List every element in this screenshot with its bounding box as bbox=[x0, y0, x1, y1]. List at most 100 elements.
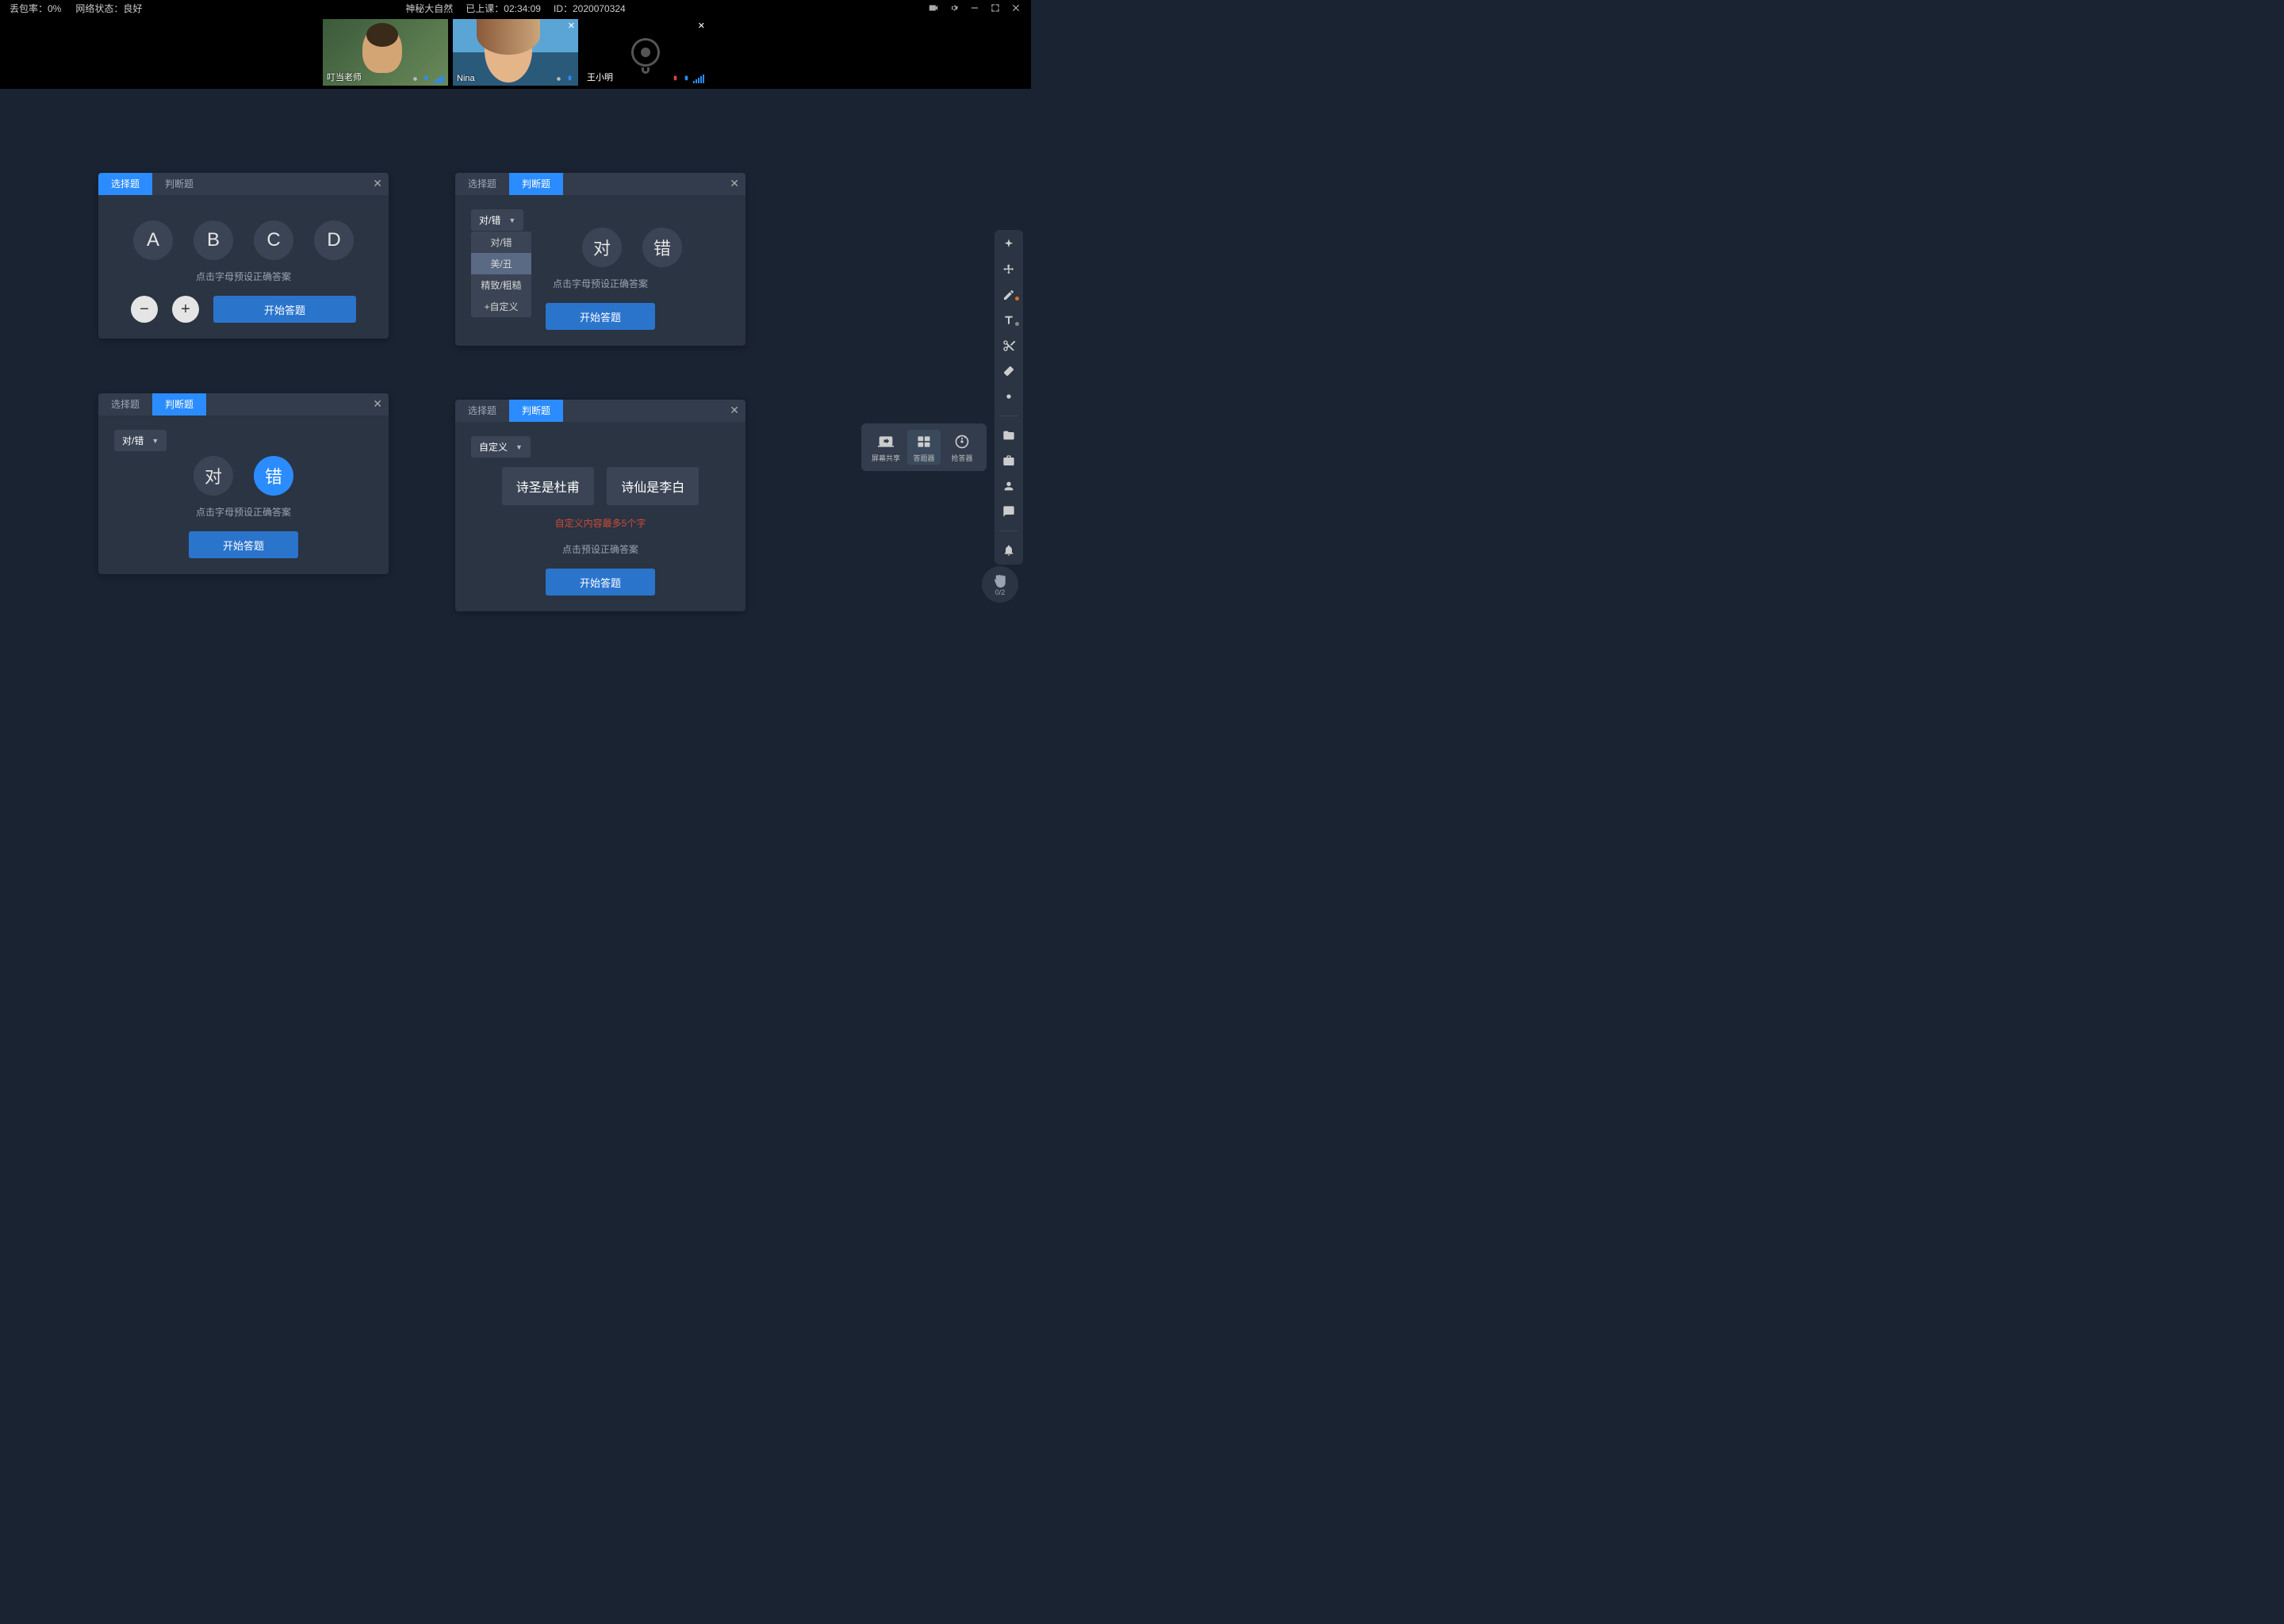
dropdown-label: 自定义 bbox=[479, 440, 508, 454]
minimize-icon[interactable] bbox=[969, 2, 980, 13]
close-icon[interactable] bbox=[1010, 2, 1021, 13]
start-button[interactable]: 开始答题 bbox=[189, 531, 298, 558]
folder-tool[interactable] bbox=[999, 427, 1018, 443]
tab-choice[interactable]: 选择题 bbox=[98, 393, 152, 416]
gear-icon[interactable] bbox=[948, 2, 960, 13]
tab-choice[interactable]: 选择题 bbox=[455, 173, 509, 195]
add-option-button[interactable]: + bbox=[172, 296, 199, 323]
packet-loss: 丢包率：0% bbox=[10, 2, 61, 15]
tab-judge[interactable]: 判断题 bbox=[152, 393, 206, 416]
signal-icon bbox=[693, 75, 704, 83]
pen-tool[interactable] bbox=[999, 287, 1018, 303]
tab-choice[interactable]: 选择题 bbox=[98, 173, 152, 195]
mic-muted-icon bbox=[671, 75, 680, 83]
move-tool[interactable] bbox=[999, 262, 1018, 278]
class-title: 神秘大自然 bbox=[405, 2, 453, 15]
volume-icon bbox=[422, 75, 431, 83]
camera-off-icon bbox=[631, 38, 660, 67]
tab-judge[interactable]: 判断题 bbox=[509, 173, 563, 195]
maximize-icon[interactable] bbox=[990, 2, 1001, 13]
select-tool[interactable] bbox=[999, 236, 1018, 252]
right-toolbar bbox=[994, 230, 1023, 565]
raise-hand-badge[interactable]: 0/2 bbox=[982, 566, 1018, 603]
chevron-down-icon: ▼ bbox=[508, 216, 515, 224]
option-c[interactable]: C bbox=[254, 220, 293, 260]
option-b[interactable]: B bbox=[194, 220, 233, 260]
circle-tool[interactable] bbox=[999, 389, 1018, 404]
person-tool[interactable] bbox=[999, 478, 1018, 494]
dropdown-item[interactable]: 精致/粗糙 bbox=[471, 274, 531, 296]
elapsed-time: 已上课：02:34:09 bbox=[466, 2, 541, 15]
close-icon[interactable]: ✕ bbox=[730, 404, 739, 417]
dropdown-label: 对/错 bbox=[479, 213, 500, 227]
volume-icon bbox=[682, 75, 691, 83]
toolbox-popup: 屏幕共享 答题器 抢答器 bbox=[861, 423, 987, 471]
close-icon[interactable]: ✕ bbox=[373, 397, 382, 411]
video-name: 王小明 bbox=[587, 71, 613, 83]
quiz-panel-judge-selected: 选择题 判断题 ✕ 对/错 ▼ 对 错 点击字母预设正确答案 开始答题 bbox=[98, 393, 389, 574]
tab-judge[interactable]: 判断题 bbox=[509, 400, 563, 422]
dropdown-item[interactable]: +自定义 bbox=[471, 296, 531, 317]
popup-label: 答题器 bbox=[909, 453, 939, 463]
option-d[interactable]: D bbox=[314, 220, 354, 260]
start-button[interactable]: 开始答题 bbox=[546, 303, 655, 330]
warning-text: 自定义内容最多5个字 bbox=[471, 516, 730, 530]
top-bar: 丢包率：0% 网络状态：良好 神秘大自然 已上课：02:34:09 ID：202… bbox=[0, 0, 1031, 16]
screen-share-button[interactable]: 屏幕共享 bbox=[869, 430, 902, 465]
camera-toggle-icon[interactable] bbox=[928, 2, 939, 13]
video-strip: 叮当老师 ✕ Nina ✕ 王小明 bbox=[0, 16, 1031, 89]
dropdown-item[interactable]: 美/丑 bbox=[471, 253, 531, 274]
close-icon[interactable]: ✕ bbox=[373, 177, 382, 190]
hand-count: 0/2 bbox=[995, 588, 1006, 596]
bell-tool[interactable] bbox=[999, 542, 1018, 558]
text-tool[interactable] bbox=[999, 312, 1018, 328]
hint-text: 点击预设正确答案 bbox=[471, 542, 730, 556]
option-false[interactable]: 错 bbox=[254, 456, 293, 496]
tile-close-icon[interactable]: ✕ bbox=[568, 21, 575, 31]
quiz-panel-judge-dropdown: 选择题 判断题 ✕ 对/错 ▼ 对/错 美/丑 精致/粗糙 +自定义 对 错 点… bbox=[455, 173, 745, 346]
dropdown-label: 对/错 bbox=[122, 434, 144, 447]
custom-option-2[interactable]: 诗仙是李白 bbox=[607, 467, 699, 505]
video-name: 叮当老师 bbox=[327, 71, 362, 83]
video-tile-student-1[interactable]: ✕ Nina bbox=[453, 19, 578, 86]
custom-option-1[interactable]: 诗圣是杜甫 bbox=[502, 467, 594, 505]
dropdown-item[interactable]: 对/错 bbox=[471, 232, 531, 253]
hand-icon bbox=[993, 573, 1007, 588]
judge-type-dropdown[interactable]: 自定义 ▼ bbox=[471, 436, 531, 458]
chat-tool[interactable] bbox=[999, 504, 1018, 519]
quiz-panel-choice: 选择题 判断题 ✕ A B C D 点击字母预设正确答案 − + 开始答题 bbox=[98, 173, 389, 339]
chevron-down-icon: ▼ bbox=[515, 443, 523, 451]
eraser-tool[interactable] bbox=[999, 363, 1018, 379]
popup-label: 抢答器 bbox=[947, 453, 977, 463]
option-true[interactable]: 对 bbox=[582, 228, 622, 267]
option-false[interactable]: 错 bbox=[642, 228, 682, 267]
video-name: Nina bbox=[457, 74, 475, 83]
video-tile-student-2[interactable]: ✕ 王小明 bbox=[583, 19, 708, 86]
close-icon[interactable]: ✕ bbox=[730, 177, 739, 190]
hint-text: 点击字母预设正确答案 bbox=[114, 505, 373, 519]
chevron-down-icon: ▼ bbox=[151, 437, 159, 445]
tab-judge[interactable]: 判断题 bbox=[152, 173, 206, 195]
tile-close-icon[interactable]: ✕ bbox=[698, 21, 705, 31]
judge-type-dropdown[interactable]: 对/错 ▼ bbox=[114, 430, 167, 451]
toolbox-tool[interactable] bbox=[999, 453, 1018, 469]
signal-icon bbox=[433, 75, 444, 83]
option-a[interactable]: A bbox=[133, 220, 173, 260]
start-button[interactable]: 开始答题 bbox=[213, 296, 356, 323]
mic-icon bbox=[411, 75, 420, 83]
hint-text: 点击字母预设正确答案 bbox=[114, 270, 373, 283]
tab-choice[interactable]: 选择题 bbox=[455, 400, 509, 422]
network-status: 网络状态：良好 bbox=[75, 2, 142, 15]
volume-icon bbox=[565, 75, 574, 83]
answer-tool-button[interactable]: 答题器 bbox=[907, 430, 941, 465]
quiz-panel-custom: 选择题 判断题 ✕ 自定义 ▼ 诗圣是杜甫 诗仙是李白 自定义内容最多5个字 点… bbox=[455, 400, 745, 611]
dropdown-menu: 对/错 美/丑 精致/粗糙 +自定义 bbox=[471, 232, 531, 317]
option-true[interactable]: 对 bbox=[194, 456, 233, 496]
cut-tool[interactable] bbox=[999, 338, 1018, 354]
remove-option-button[interactable]: − bbox=[131, 296, 158, 323]
popup-label: 屏幕共享 bbox=[871, 453, 901, 463]
start-button[interactable]: 开始答题 bbox=[546, 569, 655, 596]
video-tile-teacher[interactable]: 叮当老师 bbox=[323, 19, 448, 86]
buzzer-button[interactable]: 抢答器 bbox=[945, 430, 979, 465]
judge-type-dropdown[interactable]: 对/错 ▼ 对/错 美/丑 精致/粗糙 +自定义 bbox=[471, 209, 523, 231]
